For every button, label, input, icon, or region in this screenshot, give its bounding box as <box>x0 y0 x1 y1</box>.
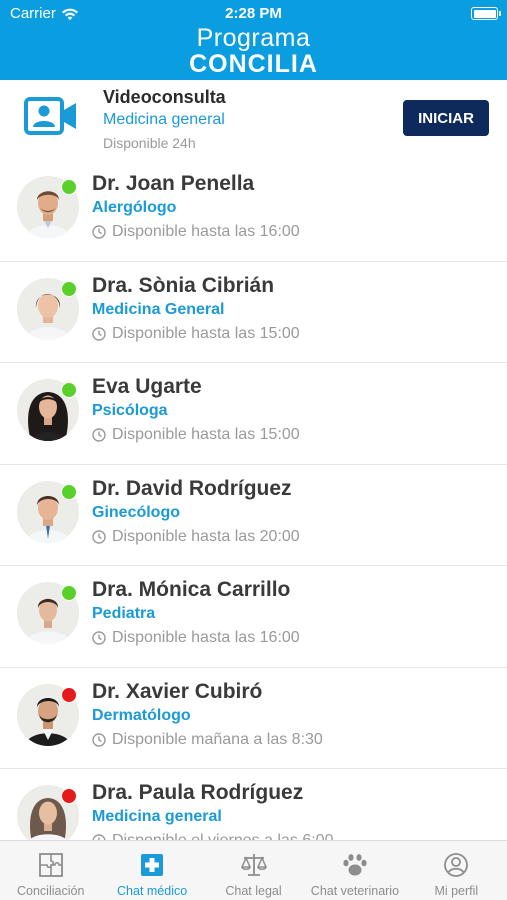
tab-label: Chat médico <box>117 884 188 898</box>
iniciar-button[interactable]: INICIAR <box>403 100 489 136</box>
doctor-availability: Disponible hasta las 20:00 <box>92 528 300 546</box>
tab-conciliacion[interactable]: Conciliación <box>0 841 101 900</box>
doctor-availability: Disponible hasta las 16:00 <box>92 629 300 647</box>
doctor-list: Dr. Joan Penella Alergólogo Disponible h… <box>0 160 507 840</box>
tab-mi-perfil[interactable]: Mi perfil <box>406 841 507 900</box>
scales-icon <box>240 854 267 876</box>
tab-label: Chat legal <box>225 884 282 898</box>
clock-icon <box>92 631 106 645</box>
clock-icon <box>92 428 106 442</box>
doctor-row[interactable]: Dr. Joan Penella Alergólogo Disponible h… <box>0 160 507 262</box>
videoconsulta-card: Videoconsulta Medicina general Disponibl… <box>0 80 507 160</box>
online-status-dot <box>61 179 77 195</box>
tab-chat-legal[interactable]: Chat legal <box>203 841 304 900</box>
offline-status-dot <box>61 788 77 804</box>
puzzle-icon <box>38 853 63 877</box>
clock-icon <box>92 326 106 341</box>
doctor-specialty: Medicina general <box>92 808 222 825</box>
doctor-row[interactable]: Dr. David Rodríguez Ginecólogo Disponibl… <box>0 465 507 566</box>
battery-icon <box>471 7 501 20</box>
videoconsulta-title: Videoconsulta <box>103 87 226 107</box>
doctor-name: Dr. Joan Penella <box>92 172 255 195</box>
videoconsulta-availability: Disponible 24h <box>103 135 196 151</box>
brand-line-2: CONCILIA <box>189 50 318 78</box>
doctor-specialty: Ginecólogo <box>92 503 180 521</box>
doctor-row[interactable]: Dra. Mónica Carrillo Pediatra Disponible… <box>0 566 507 668</box>
doctor-name: Dra. Paula Rodríguez <box>92 781 304 804</box>
online-status-dot <box>61 280 77 297</box>
doctor-availability-text: Disponible hasta las 16:00 <box>112 223 300 240</box>
doctor-availability-text: Disponible hasta las 15:00 <box>112 324 300 342</box>
medical-cross-icon <box>141 854 164 876</box>
videoconsulta-specialty: Medicina general <box>103 111 225 128</box>
doctor-availability-text: Disponible el viernes a las 6:00 <box>112 832 333 840</box>
clock-icon <box>92 732 106 747</box>
status-bar: Carrier 2:28 PM <box>0 0 507 26</box>
doctor-availability: Disponible hasta las 15:00 <box>92 325 300 343</box>
tab-bar: Conciliación Chat médico Chat legal Chat… <box>0 840 507 900</box>
doctor-availability: Disponible hasta las 15:00 <box>92 426 300 444</box>
doctor-specialty: Medicina General <box>92 300 225 318</box>
doctor-row[interactable]: Dra. Paula Rodríguez Medicina general Di… <box>0 769 507 840</box>
tab-chat-veterinario[interactable]: Chat veterinario <box>304 841 405 900</box>
online-status-dot <box>61 585 77 601</box>
doctor-row[interactable]: Dra. Sònia Cibrián Medicina General Disp… <box>0 262 507 363</box>
doctor-availability-text: Disponible hasta las 16:00 <box>112 629 300 646</box>
offline-status-dot <box>61 686 77 703</box>
app-header: Carrier 2:28 PM Programa CONCILIA <box>0 0 507 80</box>
doctor-availability: Disponible hasta las 16:00 <box>92 223 300 241</box>
doctor-specialty: Pediatra <box>92 605 156 622</box>
paw-icon <box>343 854 367 876</box>
doctor-availability-text: Disponible hasta las 15:00 <box>112 426 300 443</box>
doctor-row[interactable]: Dr. Xavier Cubiró Dermatólogo Disponible… <box>0 668 507 769</box>
video-camera-icon <box>24 97 76 135</box>
doctor-availability: Disponible mañana a las 8:30 <box>92 731 323 749</box>
online-status-dot <box>61 382 77 398</box>
online-status-dot <box>61 483 77 500</box>
doctor-name: Dra. Sònia Cibrián <box>92 273 275 297</box>
clock-icon <box>92 225 106 239</box>
profile-icon <box>444 853 469 877</box>
tab-label: Mi perfil <box>434 884 479 898</box>
clock-time: 2:28 PM <box>225 5 282 22</box>
doctor-availability: Disponible el viernes a las 6:00 <box>92 832 333 840</box>
tab-label: Chat veterinario <box>310 884 400 898</box>
doctor-availability-text: Disponible hasta las 20:00 <box>112 527 300 545</box>
doctor-name: Dra. Mónica Carrillo <box>92 578 291 601</box>
brand-logo: Programa CONCILIA <box>0 26 507 77</box>
tab-chat-medico[interactable]: Chat médico <box>101 841 202 900</box>
doctor-specialty: Psicóloga <box>92 402 168 419</box>
doctor-availability-text: Disponible mañana a las 8:30 <box>112 730 323 748</box>
doctor-specialty: Alergólogo <box>92 199 177 216</box>
doctor-name: Eva Ugarte <box>92 375 202 398</box>
clock-icon <box>92 529 106 544</box>
doctor-name: Dr. David Rodríguez <box>92 476 292 500</box>
tab-label: Conciliación <box>17 884 85 898</box>
brand-line-1: Programa <box>196 24 311 52</box>
doctor-row[interactable]: Eva Ugarte Psicóloga Disponible hasta la… <box>0 363 507 465</box>
doctor-specialty: Dermatólogo <box>92 706 191 724</box>
doctor-name: Dr. Xavier Cubiró <box>92 679 263 703</box>
